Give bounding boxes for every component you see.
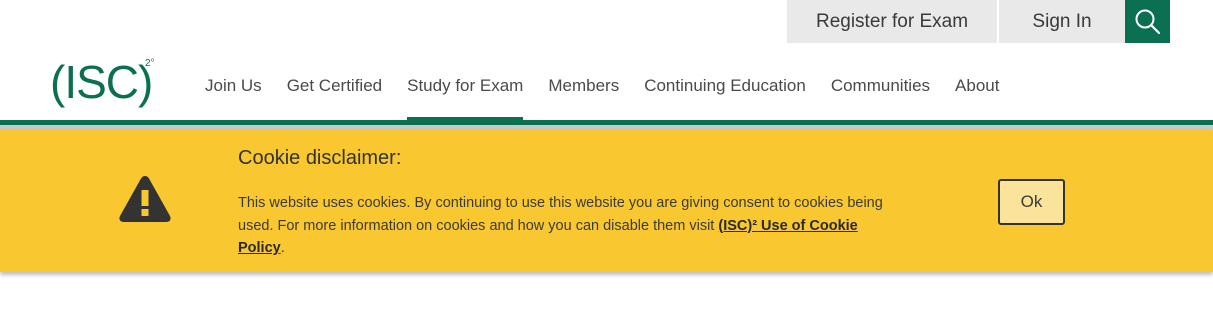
ok-button[interactable]: Ok bbox=[998, 179, 1065, 225]
cookie-banner: Cookie disclaimer: This website uses coo… bbox=[0, 129, 1213, 272]
sign-in-button[interactable]: Sign In bbox=[999, 0, 1125, 43]
nav-item-join-us[interactable]: Join Us bbox=[205, 72, 262, 120]
cookie-trailing: . bbox=[280, 240, 285, 256]
nav-item-continuing-education[interactable]: Continuing Education bbox=[644, 72, 806, 120]
nav-item-get-certified[interactable]: Get Certified bbox=[287, 72, 382, 120]
logo-superscript: 2° bbox=[145, 58, 155, 69]
register-for-exam-button[interactable]: Register for Exam bbox=[787, 0, 999, 43]
search-button[interactable] bbox=[1125, 0, 1170, 43]
main-nav: Join Us Get Certified Study for Exam Mem… bbox=[205, 72, 1024, 120]
nav-item-study-for-exam[interactable]: Study for Exam bbox=[407, 72, 524, 120]
nav-item-communities[interactable]: Communities bbox=[831, 72, 930, 120]
isc2-logo[interactable]: (ISC) 2° bbox=[50, 52, 160, 108]
nav-item-members[interactable]: Members bbox=[548, 72, 619, 120]
logo-text: (ISC) bbox=[50, 56, 152, 108]
isc2-logo-mark: (ISC) 2° bbox=[50, 56, 155, 108]
cookie-title: Cookie disclaimer: bbox=[238, 147, 402, 169]
utility-bar: Register for Exam Sign In bbox=[787, 0, 1170, 43]
cookie-message: This website uses cookies. By continuing… bbox=[238, 192, 898, 260]
search-icon bbox=[1135, 9, 1160, 34]
warning-icon bbox=[119, 176, 171, 222]
nav-item-about[interactable]: About bbox=[955, 72, 999, 120]
